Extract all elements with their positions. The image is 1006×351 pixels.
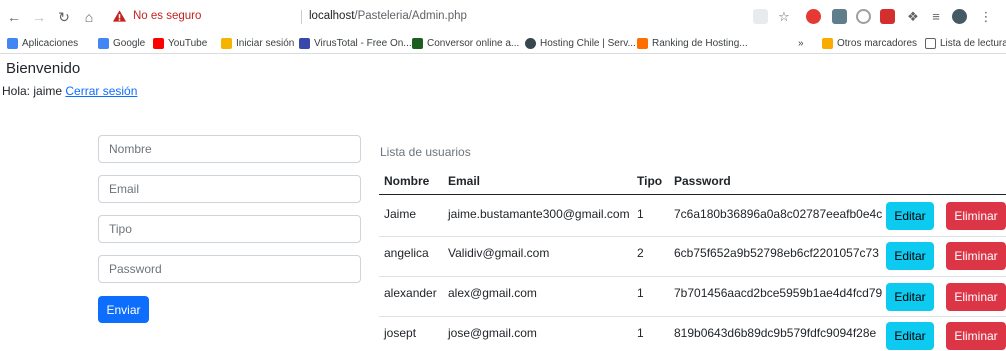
type-field[interactable] — [98, 215, 361, 243]
bookmarks-overflow[interactable]: » — [798, 38, 804, 49]
bookmark-conversor[interactable]: Conversor online a... — [412, 38, 519, 49]
bookmark-label: Aplicaciones — [22, 38, 79, 49]
column-header-tipo: Tipo — [637, 174, 663, 188]
bookmark-label: Otros marcadores — [837, 38, 918, 49]
cell-password: 7c6a180b36896a0a8c02787eeafb0e4c — [674, 207, 883, 221]
bookmark-label: Iniciar sesión — [236, 38, 295, 49]
bookmarks-bar: Aplicaciones Google YouTube Iniciar sesi… — [0, 34, 1006, 54]
cell-email: jaime.bustamante300@gmail.com — [448, 207, 630, 221]
menu-icon[interactable]: ⋮ — [978, 9, 994, 25]
logout-link[interactable]: Cerrar sesión — [65, 84, 137, 98]
cell-tipo: 2 — [637, 246, 644, 260]
omnibox-divider — [301, 10, 302, 24]
virustotal-icon — [299, 38, 310, 49]
cell-password: 6cb75f652a9b52798eb6cf2201057c73 — [674, 246, 879, 260]
translate-icon[interactable] — [753, 9, 768, 24]
bookmark-other[interactable]: Otros marcadores — [822, 38, 917, 49]
google-icon — [98, 38, 109, 49]
cell-email: Validiv@gmail.com — [448, 246, 550, 260]
email-field[interactable] — [98, 175, 361, 203]
apps-grid-icon — [7, 38, 18, 49]
table-header-divider — [379, 194, 1006, 195]
puzzle-icon[interactable]: ❖ — [905, 9, 921, 25]
opera-icon[interactable] — [856, 9, 871, 24]
column-header-nombre: Nombre — [384, 174, 430, 188]
delete-button[interactable]: Eliminar — [946, 202, 1006, 230]
cell-password: 819b0643d6b89dc9b579fdfc9094f28e — [674, 326, 877, 340]
address-bar[interactable]: No es seguro localhost/Pasteleria/Admin.… — [108, 7, 822, 28]
cell-nombre: alexander — [384, 286, 437, 300]
microsoft-icon — [221, 38, 232, 49]
extension-icon[interactable] — [832, 9, 847, 24]
forward-arrow-icon[interactable]: → — [31, 9, 47, 25]
star-icon[interactable]: ☆ — [776, 9, 792, 25]
name-field[interactable] — [98, 135, 361, 163]
table-row-divider — [379, 236, 1006, 237]
cell-tipo: 1 — [637, 326, 644, 340]
cell-nombre: angelica — [384, 246, 429, 260]
bookmark-hosting-chile[interactable]: Hosting Chile | Serv... — [525, 38, 636, 49]
cell-nombre: Jaime — [384, 207, 417, 221]
hosting-icon — [525, 38, 536, 49]
cell-tipo: 1 — [637, 207, 644, 221]
edit-button[interactable]: Editar — [886, 242, 934, 270]
warning-icon — [112, 10, 127, 22]
submit-button[interactable]: Enviar — [98, 296, 149, 323]
bookmark-label: Hosting Chile | Serv... — [540, 38, 636, 49]
cell-tipo: 1 — [637, 286, 644, 300]
bookmark-label: Google — [113, 38, 146, 49]
reading-list-icon — [925, 38, 936, 49]
profile-icon[interactable] — [952, 9, 967, 24]
cell-email: alex@gmail.com — [448, 286, 537, 300]
bookmark-google[interactable]: Google — [98, 38, 145, 49]
bookmark-ranking[interactable]: Ranking de Hosting... — [637, 38, 748, 49]
bookmark-youtube[interactable]: YouTube — [153, 38, 207, 49]
abp-icon[interactable] — [806, 9, 821, 24]
bookmark-label: VirusTotal - Free On... — [314, 38, 412, 49]
reload-icon[interactable]: ↻ — [56, 9, 72, 25]
delete-button[interactable]: Eliminar — [946, 283, 1006, 311]
page-title: Bienvenido — [6, 60, 81, 77]
security-label[interactable]: No es seguro — [133, 10, 201, 22]
url-text[interactable]: localhost/Pasteleria/Admin.php — [309, 10, 467, 22]
back-arrow-icon[interactable]: ← — [6, 9, 22, 25]
bookmark-apps[interactable]: Aplicaciones — [7, 38, 78, 49]
edit-button[interactable]: Editar — [886, 322, 934, 350]
bookmark-virustotal[interactable]: VirusTotal - Free On... — [299, 38, 412, 49]
greeting-text: Hola: jaime — [2, 84, 63, 98]
folder-icon — [822, 38, 833, 49]
table-row-divider — [379, 316, 1006, 317]
bookmark-label: Ranking de Hosting... — [652, 38, 748, 49]
delete-button[interactable]: Eliminar — [946, 322, 1006, 350]
browser-toolbar: ← → ↻ ⌂ No es seguro localhost/Pasteleri… — [0, 0, 1006, 34]
bookmark-label: Conversor online a... — [427, 38, 520, 49]
cell-nombre: josept — [384, 326, 417, 340]
password-field[interactable] — [98, 255, 361, 283]
column-header-email: Email — [448, 174, 481, 188]
bookmark-login[interactable]: Iniciar sesión — [221, 38, 294, 49]
bookmark-label: Lista de lectura — [940, 38, 1006, 49]
playlist-icon[interactable]: ≡ — [928, 9, 944, 25]
edit-button[interactable]: Editar — [886, 202, 934, 230]
url-path: /Pasteleria/Admin.php — [354, 10, 467, 22]
users-list-title: Lista de usuarios — [380, 145, 471, 159]
table-row-divider — [379, 276, 1006, 277]
cell-password: 7b701456aacd2bce5959b1ae4d4fcd79 — [674, 286, 883, 300]
ranking-icon — [637, 38, 648, 49]
conversor-icon — [412, 38, 423, 49]
youtube-icon — [153, 38, 164, 49]
cell-email: jose@gmail.com — [448, 326, 537, 340]
home-icon[interactable]: ⌂ — [81, 9, 97, 25]
delete-button[interactable]: Eliminar — [946, 242, 1006, 270]
bookmark-label: YouTube — [168, 38, 208, 49]
edit-button[interactable]: Editar — [886, 283, 934, 311]
pdf-icon[interactable] — [880, 9, 895, 24]
url-host: localhost — [309, 10, 355, 22]
column-header-password: Password — [674, 174, 731, 188]
greeting-line: Hola: jaime Cerrar sesión — [2, 84, 137, 98]
bookmark-reading-list[interactable]: Lista de lectura — [925, 38, 1006, 49]
